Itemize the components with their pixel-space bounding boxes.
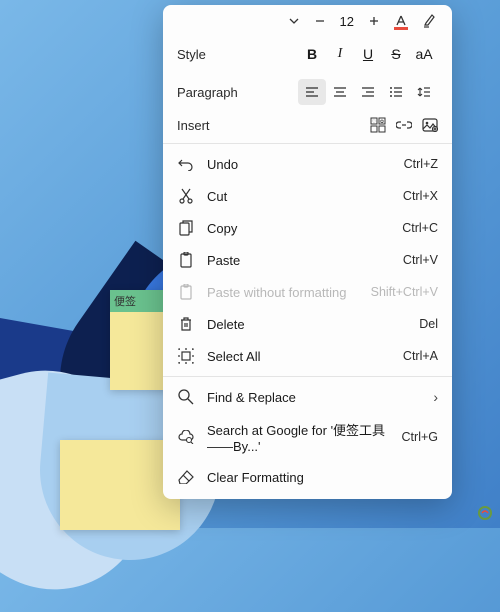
font-size-decrease[interactable] [314,15,326,27]
undo-shortcut: Ctrl+Z [404,157,438,171]
image-icon[interactable] [422,118,438,132]
svg-text:✿: ✿ [380,119,384,125]
copy-icon [177,219,195,237]
delete-label: Delete [207,317,407,332]
select-all-shortcut: Ctrl+A [403,349,438,363]
delete-icon [177,315,195,333]
italic-button[interactable]: I [326,41,354,67]
cut-item[interactable]: Cut Ctrl+X [163,180,452,212]
paragraph-section: Paragraph [163,73,452,111]
delete-shortcut: Del [419,317,438,331]
cut-label: Cut [207,189,391,204]
search-icon [177,388,195,406]
search-google-item[interactable]: Search at Google for '便签工具——By...' Ctrl+… [163,413,452,461]
special-char-icon[interactable]: ♡✿ [370,117,386,133]
copy-shortcut: Ctrl+C [402,221,438,235]
paste-plain-icon [177,283,195,301]
chevron-right-icon: › [433,389,438,405]
select-all-icon [177,347,195,365]
style-section: Style B I U S aA [163,35,452,73]
paste-icon [177,251,195,269]
context-menu: 12 Style B I U S aA Paragraph [163,5,452,499]
paste-plain-label: Paste without formatting [207,285,359,300]
search-google-shortcut: Ctrl+G [402,430,438,444]
case-button[interactable]: aA [410,41,438,67]
undo-label: Undo [207,157,392,172]
list-button[interactable] [382,79,410,105]
font-color-icon[interactable] [394,14,408,28]
font-size-increase[interactable] [368,15,380,27]
font-dropdown[interactable] [288,15,300,27]
undo-icon [177,155,195,173]
style-label: Style [177,47,206,62]
delete-item[interactable]: Delete Del [163,308,452,340]
strikethrough-button[interactable]: S [382,41,410,67]
clear-format-label: Clear Formatting [207,470,438,485]
insert-label: Insert [177,118,210,133]
paste-plain-shortcut: Shift+Ctrl+V [371,285,438,299]
svg-text:♡: ♡ [372,119,377,125]
highlight-icon[interactable] [422,13,438,29]
select-all-label: Select All [207,349,391,364]
paragraph-label: Paragraph [177,85,238,100]
link-icon[interactable] [396,118,412,132]
watermark-logo [478,506,492,520]
align-right-button[interactable] [354,79,382,105]
undo-item[interactable]: Undo Ctrl+Z [163,148,452,180]
sticky-note-2[interactable] [60,440,180,530]
insert-section: Insert ♡✿ [163,111,452,139]
align-left-button[interactable] [298,79,326,105]
paste-item[interactable]: Paste Ctrl+V [163,244,452,276]
copy-item[interactable]: Copy Ctrl+C [163,212,452,244]
clear-format-item[interactable]: Clear Formatting [163,461,452,493]
cut-icon [177,187,195,205]
align-center-button[interactable] [326,79,354,105]
eraser-icon [177,468,195,486]
paste-plain-item: Paste without formatting Shift+Ctrl+V [163,276,452,308]
copy-label: Copy [207,221,390,236]
paste-label: Paste [207,253,391,268]
cloud-search-icon [177,428,195,446]
line-spacing-button[interactable] [410,79,438,105]
find-replace-label: Find & Replace [207,390,421,405]
select-all-item[interactable]: Select All Ctrl+A [163,340,452,372]
font-toolbar: 12 [163,5,452,35]
cut-shortcut: Ctrl+X [403,189,438,203]
bold-button[interactable]: B [298,41,326,67]
search-google-label: Search at Google for '便签工具——By...' [207,420,390,454]
underline-button[interactable]: U [354,41,382,67]
find-replace-item[interactable]: Find & Replace › [163,381,452,413]
paste-shortcut: Ctrl+V [403,253,438,267]
font-size-value: 12 [340,14,354,29]
